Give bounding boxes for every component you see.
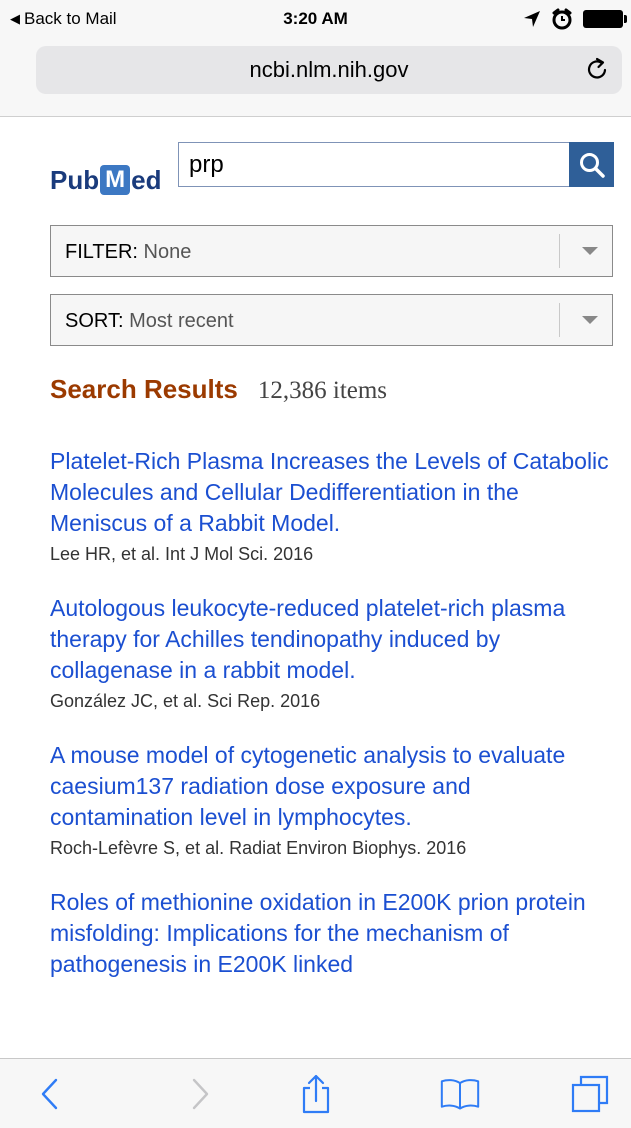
status-indicators [523,8,627,30]
chevron-right-icon [192,1078,209,1110]
location-arrow-icon [524,11,540,27]
logo-text-pub: Pub [50,164,100,195]
address-bar[interactable]: ncbi.nlm.nih.gov [36,46,622,94]
book-icon [440,1079,480,1110]
filter-dropdown[interactable]: FILTER: None [50,225,613,277]
result-title-link[interactable]: Roles of methionine oxidation in E200K p… [50,887,610,980]
search-input[interactable] [178,142,570,187]
browser-toolbar [0,1058,631,1128]
bookmarks-button[interactable] [440,1074,480,1114]
dropdown-divider [559,303,560,337]
battery-icon [583,10,627,28]
status-bar: ◀ Back to Mail 3:20 AM [0,0,631,40]
chevron-left-icon [41,1078,58,1110]
magnifier-icon [579,152,605,178]
address-url: ncbi.nlm.nih.gov [249,57,409,82]
caret-down-icon [582,316,598,324]
results-heading: Search Results 12,386 items [50,374,387,405]
share-icon [302,1074,330,1114]
filter-dropdown-text: FILTER: None [65,241,191,264]
results-count: 12,386 items [257,377,388,404]
forward-button[interactable] [180,1074,220,1114]
back-button[interactable] [30,1074,70,1114]
search-button[interactable] [569,142,614,187]
reload-icon[interactable] [582,54,612,84]
sort-value: Most recent [129,310,234,332]
sort-label: SORT: [65,310,124,332]
tabs-button[interactable] [570,1074,610,1114]
result-title-link[interactable]: A mouse model of cytogenetic analysis to… [50,740,610,833]
result-item: Platelet-Rich Plasma Increases the Level… [50,446,610,567]
sort-dropdown[interactable]: SORT: Most recent [50,294,613,346]
filter-value: None [143,241,192,263]
logo-text-ed: ed [131,164,162,195]
logo-m-mark: M [100,165,131,195]
pubmed-logo[interactable]: Pub Med [50,160,161,200]
caret-down-icon [582,247,598,255]
result-citation: González JC, et al. Sci Rep. 2016 [50,691,321,711]
sort-dropdown-text: SORT: Most recent [65,310,234,333]
result-title-link[interactable]: Autologous leukocyte-reduced platelet-ri… [50,593,610,686]
result-citation: Lee HR, et al. Int J Mol Sci. 2016 [50,544,314,564]
dropdown-divider [559,234,560,268]
filter-label: FILTER: [65,241,138,263]
results-list: Platelet-Rich Plasma Increases the Level… [50,446,610,1006]
result-citation: Roch-Lefèvre S, et al. Radiat Environ Bi… [50,838,467,858]
results-title: Search Results [50,374,238,404]
tabs-icon [571,1075,609,1113]
result-item: Roles of methionine oxidation in E200K p… [50,887,610,980]
result-title-link[interactable]: Platelet-Rich Plasma Increases the Level… [50,446,610,539]
result-item: Autologous leukocyte-reduced platelet-ri… [50,593,610,714]
share-button[interactable] [296,1074,336,1114]
result-item: A mouse model of cytogenetic analysis to… [50,740,610,861]
alarm-clock-icon [552,8,572,30]
browser-address-area: ncbi.nlm.nih.gov [0,40,631,117]
